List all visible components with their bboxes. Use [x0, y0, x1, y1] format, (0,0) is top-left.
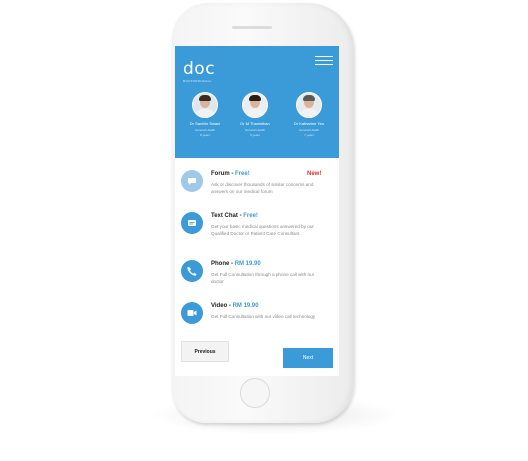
option-title: Phone - RM 19.90: [211, 261, 261, 267]
previous-button[interactable]: Previous: [181, 341, 229, 362]
option-description: Get Full Consultation through a phone ca…: [211, 272, 315, 284]
consult-option-text-chat[interactable]: Text Chat - Free! Get your basic medical…: [181, 212, 335, 252]
doctor-avatar: [192, 92, 218, 118]
option-title: Text Chat - Free!: [211, 213, 258, 219]
doctor-experience: 5 years: [250, 133, 260, 137]
app-screen: doc DOCTORONCALL Dr Sachiin Swani Genera…: [175, 46, 339, 376]
home-button[interactable]: [240, 378, 270, 408]
doctor-name: Dr Katharine Yeo: [293, 121, 325, 126]
option-description: Get Full Consultation with our video cal…: [211, 314, 316, 319]
doctor-card[interactable]: Dr Katharine Yeo General Health 7 years: [279, 92, 339, 137]
doctor-avatar: [296, 92, 322, 118]
doctor-experience: 7 years: [304, 133, 314, 137]
app-logo-subtext: DOCTORONCALL: [183, 79, 212, 83]
doctor-name: Dr M Thanisthan: [240, 121, 270, 126]
consult-option-forum[interactable]: Forum - Free! New! Ask or discover thous…: [181, 170, 335, 210]
option-title: Forum - Free!: [211, 171, 250, 177]
app-logo: doc: [183, 59, 216, 79]
option-description: Get your basic medical questions answere…: [211, 224, 314, 236]
text-chat-icon: [181, 212, 203, 234]
forum-chat-icon: [181, 170, 203, 192]
option-description: Ask or discover thousands of similar con…: [211, 182, 314, 194]
new-badge: New!: [307, 171, 322, 177]
phone-icon: [181, 260, 203, 282]
app-header: doc DOCTORONCALL Dr Sachiin Swani Genera…: [175, 46, 339, 158]
doctor-role: General Health: [244, 128, 266, 132]
consult-option-phone[interactable]: Phone - RM 19.90 Get Full Consultation t…: [181, 260, 335, 300]
next-button[interactable]: Next: [283, 348, 333, 368]
option-title: Video - RM 19.90: [211, 303, 259, 309]
option-price: Free!: [235, 171, 250, 177]
hamburger-menu-icon[interactable]: [315, 56, 333, 68]
doctor-role: General Health: [298, 128, 320, 132]
phone-speaker: [232, 26, 272, 29]
video-icon: [181, 302, 203, 324]
doctor-card[interactable]: Dr M Thanisthan General Health 5 years: [225, 92, 285, 137]
option-price: RM 19.90: [232, 303, 259, 309]
option-price: Free!: [243, 213, 258, 219]
option-price: RM 19.90: [234, 261, 261, 267]
consult-option-video[interactable]: Video - RM 19.90 Get Full Consultation w…: [181, 302, 335, 342]
doctor-avatar: [242, 92, 268, 118]
